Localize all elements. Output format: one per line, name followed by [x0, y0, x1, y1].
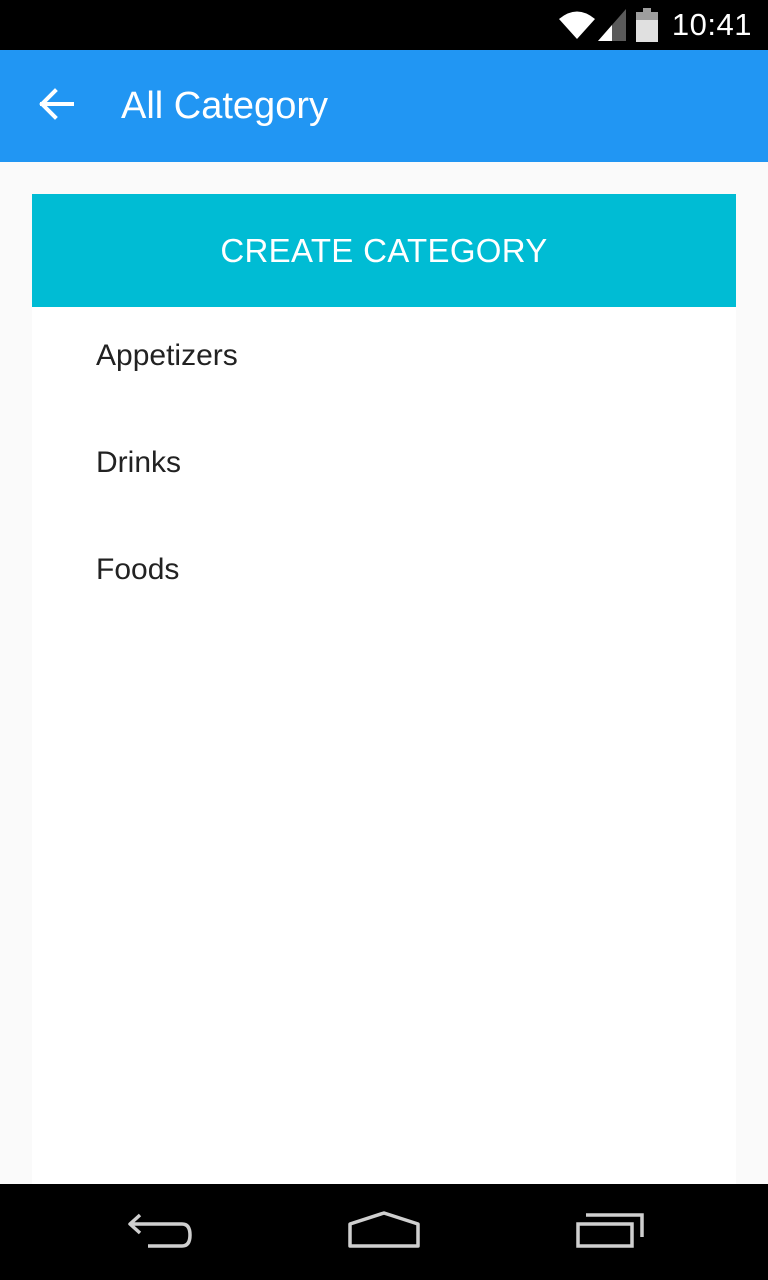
wifi-icon	[558, 10, 596, 40]
category-list: Appetizers Drinks Foods	[32, 341, 736, 662]
signal-icon	[597, 9, 626, 41]
nav-back-icon	[126, 1211, 194, 1254]
status-time: 10:41	[671, 7, 752, 42]
nav-home-icon	[346, 1210, 422, 1255]
status-bar: 10:41	[0, 0, 768, 50]
nav-recents-icon	[574, 1211, 646, 1254]
back-button[interactable]	[24, 74, 88, 138]
category-item-drinks[interactable]: Drinks	[32, 448, 736, 555]
nav-recents-button[interactable]	[550, 1184, 670, 1280]
page-title: All Category	[121, 85, 328, 127]
category-card: CREATE CATEGORY Appetizers Drinks Foods	[32, 194, 736, 1184]
nav-back-button[interactable]	[100, 1184, 220, 1280]
category-item-appetizers[interactable]: Appetizers	[32, 341, 736, 448]
arrow-back-icon	[38, 87, 74, 125]
app-bar: All Category	[0, 50, 768, 162]
battery-icon	[635, 8, 658, 42]
navigation-bar	[0, 1184, 768, 1280]
nav-home-button[interactable]	[324, 1184, 444, 1280]
category-item-foods[interactable]: Foods	[32, 555, 736, 662]
create-category-button[interactable]: CREATE CATEGORY	[32, 194, 736, 307]
status-icons: 10:41	[558, 0, 752, 50]
